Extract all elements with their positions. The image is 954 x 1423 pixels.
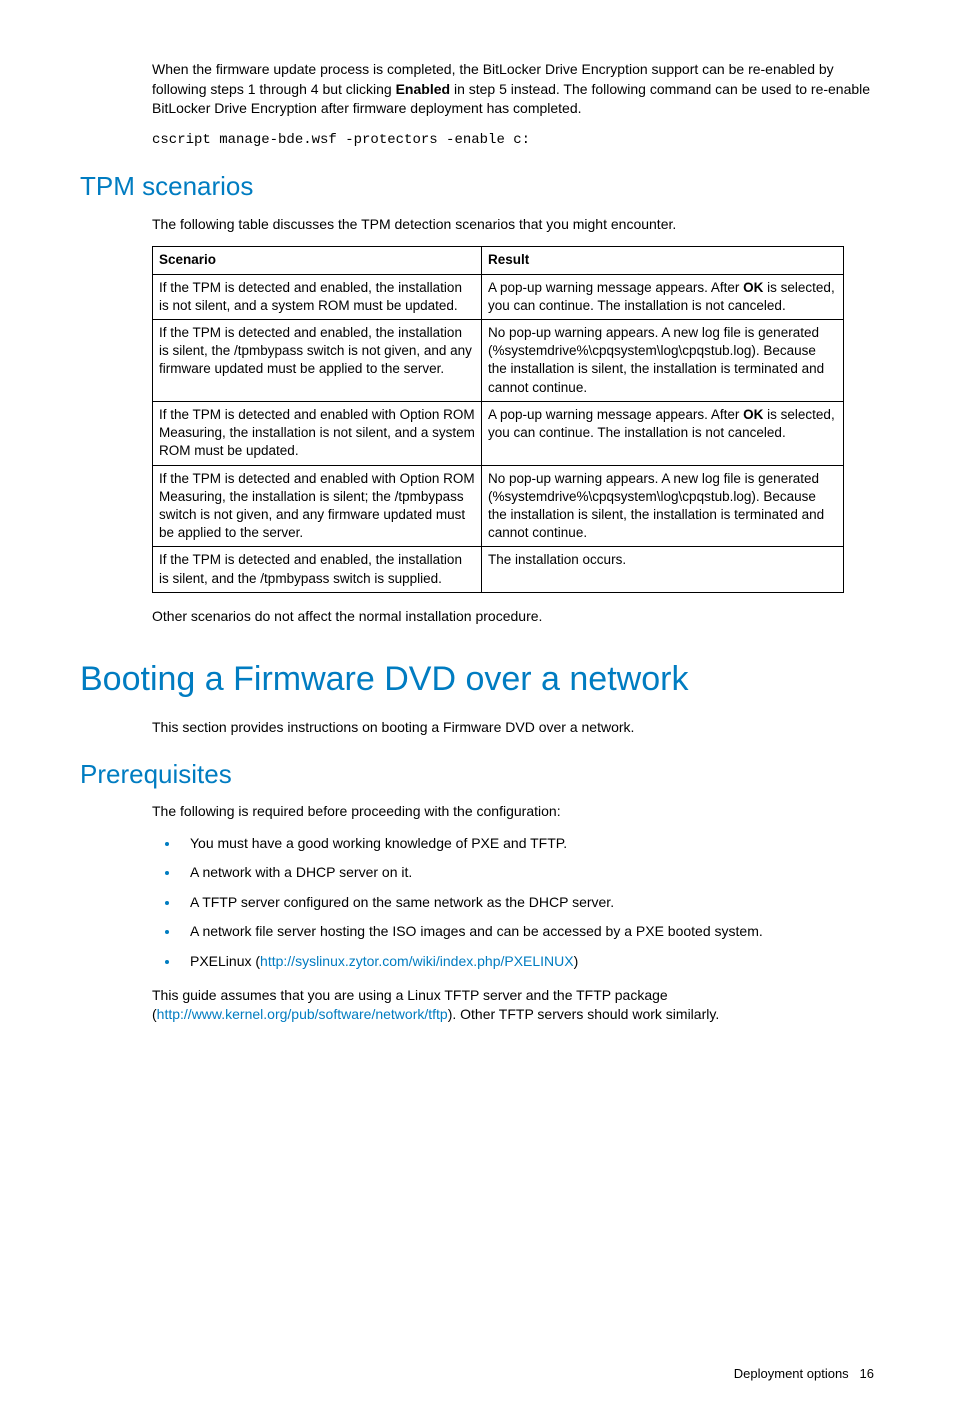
tftp-link[interactable]: http://www.kernel.org/pub/software/netwo… (157, 1006, 448, 1022)
booting-intro: This section provides instructions on bo… (152, 718, 874, 738)
pxelinux-text-a: PXELinux ( (190, 953, 260, 969)
prereq-block: The following is required before proceed… (152, 802, 874, 1025)
cell-scenario: If the TPM is detected and enabled with … (153, 465, 482, 547)
result-text-a: A pop-up warning message appears. After (488, 280, 743, 295)
footer-page: 16 (860, 1366, 874, 1381)
prereq-heading: Prerequisites (80, 756, 874, 792)
list-item: A network file server hosting the ISO im… (180, 922, 874, 942)
tpm-intro: The following table discusses the TPM de… (152, 215, 874, 235)
intro-enabled-bold: Enabled (396, 81, 450, 97)
cell-scenario: If the TPM is detected and enabled with … (153, 401, 482, 465)
result-text-a: A pop-up warning message appears. After (488, 407, 743, 422)
booting-heading: Booting a Firmware DVD over a network (80, 656, 874, 704)
cell-scenario: If the TPM is detected and enabled, the … (153, 274, 482, 319)
table-row: If the TPM is detected and enabled, the … (153, 320, 844, 402)
tpm-table: Scenario Result If the TPM is detected a… (152, 246, 844, 593)
cell-result: The installation occurs. (482, 547, 844, 592)
cell-result: A pop-up warning message appears. After … (482, 401, 844, 465)
intro-paragraph: When the firmware update process is comp… (152, 60, 874, 119)
result-ok-bold: OK (743, 280, 763, 295)
result-ok-bold: OK (743, 407, 763, 422)
cell-scenario: If the TPM is detected and enabled, the … (153, 320, 482, 402)
table-header-row: Scenario Result (153, 247, 844, 274)
table-row: If the TPM is detected and enabled with … (153, 401, 844, 465)
list-item: A TFTP server configured on the same net… (180, 893, 874, 913)
intro-block: When the firmware update process is comp… (152, 60, 874, 150)
pxelinux-text-b: ) (574, 953, 579, 969)
cell-result: No pop-up warning appears. A new log fil… (482, 320, 844, 402)
tpm-after: Other scenarios do not affect the normal… (152, 607, 874, 627)
prereq-list: You must have a good working knowledge o… (152, 834, 874, 972)
table-row: If the TPM is detected and enabled with … (153, 465, 844, 547)
table-row: If the TPM is detected and enabled, the … (153, 274, 844, 319)
table-row: If the TPM is detected and enabled, the … (153, 547, 844, 592)
pxelinux-link[interactable]: http://syslinux.zytor.com/wiki/index.php… (260, 953, 574, 969)
list-item: PXELinux (http://syslinux.zytor.com/wiki… (180, 952, 874, 972)
list-item: A network with a DHCP server on it. (180, 863, 874, 883)
prereq-intro: The following is required before proceed… (152, 802, 874, 822)
tpm-block: The following table discusses the TPM de… (152, 215, 874, 627)
cell-result: A pop-up warning message appears. After … (482, 274, 844, 319)
col-scenario: Scenario (153, 247, 482, 274)
list-item: You must have a good working knowledge o… (180, 834, 874, 854)
col-result: Result (482, 247, 844, 274)
cell-scenario: If the TPM is detected and enabled, the … (153, 547, 482, 592)
intro-code: cscript manage-bde.wsf -protectors -enab… (152, 131, 874, 151)
booting-block: This section provides instructions on bo… (152, 718, 874, 738)
prereq-after-b: ). Other TFTP servers should work simila… (448, 1006, 720, 1022)
prereq-after: This guide assumes that you are using a … (152, 986, 874, 1025)
cell-result: No pop-up warning appears. A new log fil… (482, 465, 844, 547)
page-footer: Deployment options 16 (80, 1365, 874, 1383)
footer-section: Deployment options (734, 1366, 849, 1381)
tpm-heading: TPM scenarios (80, 168, 874, 204)
